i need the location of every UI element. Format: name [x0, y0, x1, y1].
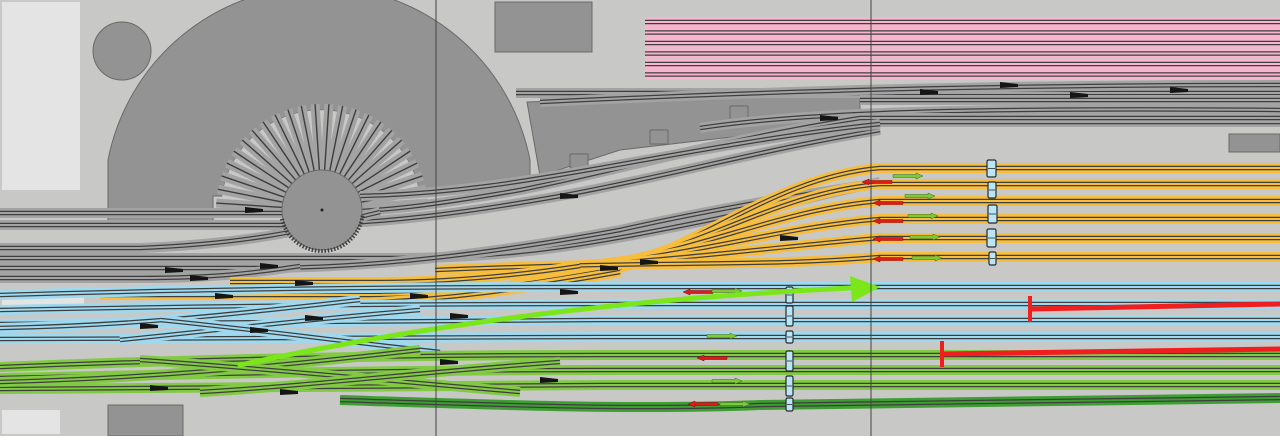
building-bottom-left — [2, 410, 60, 434]
turntable-pivot — [320, 208, 324, 212]
train-car-green-1[interactable] — [785, 350, 794, 372]
train-car-orange-4[interactable] — [986, 228, 997, 248]
train-car-green-2[interactable] — [785, 375, 794, 397]
train-car-orange-3[interactable] — [987, 204, 998, 224]
warehouse-chimney-2 — [649, 129, 669, 145]
train-car-blue-3[interactable] — [785, 330, 794, 344]
turntable-tick — [280, 218, 285, 221]
track-green-3[interactable] — [0, 380, 1280, 394]
shed-right — [1228, 133, 1280, 153]
turntable-tick — [314, 248, 317, 253]
train-car-orange-5[interactable] — [988, 251, 997, 266]
rail-yard-map[interactable] — [0, 0, 1280, 436]
water-tower — [92, 21, 152, 81]
train-car-green-3[interactable] — [785, 397, 794, 412]
shed-bottom — [107, 404, 184, 436]
turntable-tick — [360, 215, 365, 218]
building-left-tall — [2, 2, 80, 190]
turntable-tick — [330, 247, 333, 252]
train-car-blue-2[interactable] — [785, 305, 794, 327]
shed-top — [494, 1, 593, 53]
turntable-tick — [311, 247, 314, 252]
train-car-orange-2[interactable] — [987, 181, 997, 199]
turntable-tick — [327, 248, 330, 253]
turntable-tick — [359, 218, 364, 221]
train-car-orange-1[interactable] — [986, 159, 997, 178]
rail-yard-canvas[interactable] — [0, 0, 1280, 436]
